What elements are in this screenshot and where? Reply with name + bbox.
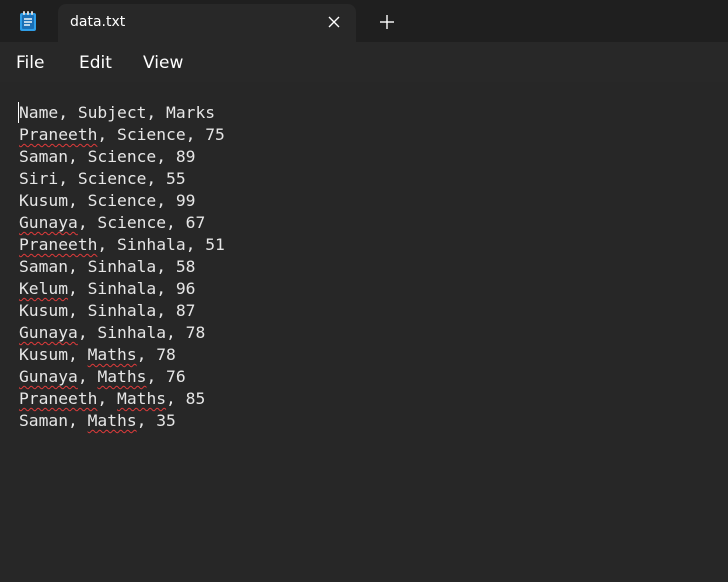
text-segment: , Sinhala, 96 xyxy=(68,279,196,298)
misspelled-word: Kelum xyxy=(19,279,69,298)
text-line: Praneeth, Science, 75 xyxy=(19,124,225,146)
text-segment: , 85 xyxy=(166,389,206,408)
text-segment: Kusum, Science, 99 xyxy=(19,191,196,210)
text-caret xyxy=(18,102,19,123)
text-editor[interactable]: Name, Subject, Marks Praneeth, Science, 7… xyxy=(0,82,728,582)
text-line: Gunaya, Sinhala, 78 xyxy=(19,322,225,344)
text-segment: , xyxy=(97,389,118,408)
title-bar: data.txt xyxy=(0,0,728,42)
text-line: Kusum, Maths, 78 xyxy=(19,344,225,366)
text-segment: , 78 xyxy=(136,345,176,364)
text-segment: , Sinhala, 78 xyxy=(77,323,206,342)
text-line: Gunaya, Science, 67 xyxy=(19,212,225,234)
text-segment: , Sinhala, 51 xyxy=(97,235,225,254)
tab-data-txt[interactable]: data.txt xyxy=(58,4,356,42)
text-segment: , Science, 75 xyxy=(97,125,225,144)
tab-title: data.txt xyxy=(70,14,126,30)
misspelled-word: Maths xyxy=(87,345,137,364)
text-line: Saman, Science, 89 xyxy=(19,146,225,168)
close-icon[interactable] xyxy=(326,14,342,30)
menu-bar: File Edit View xyxy=(0,42,728,82)
misspelled-word: Gunaya xyxy=(19,213,78,232)
text-segment: Siri, Science, 55 xyxy=(19,169,186,188)
text-content: Name, Subject, Marks Praneeth, Science, 7… xyxy=(19,102,225,432)
text-segment: , 35 xyxy=(136,411,176,430)
text-segment: Kusum, Sinhala, 87 xyxy=(19,301,196,320)
menu-edit[interactable]: Edit xyxy=(79,53,112,73)
text-line: Kusum, Science, 99 xyxy=(19,190,225,212)
misspelled-word: Maths xyxy=(97,367,147,386)
text-segment: Saman, Science, 89 xyxy=(19,147,196,166)
misspelled-word: Maths xyxy=(87,411,137,430)
text-segment: Saman, xyxy=(19,411,88,430)
text-segment: Kusum, xyxy=(19,345,88,364)
misspelled-word: Praneeth xyxy=(19,235,98,254)
misspelled-word: Gunaya xyxy=(19,367,78,386)
misspelled-word: Praneeth xyxy=(19,125,98,144)
text-line: Kelum, Sinhala, 96 xyxy=(19,278,225,300)
text-segment: Name, Subject, Marks xyxy=(19,103,216,122)
menu-view[interactable]: View xyxy=(143,53,183,73)
text-line: Saman, Sinhala, 58 xyxy=(19,256,225,278)
text-line: Kusum, Sinhala, 87 xyxy=(19,300,225,322)
text-line: Praneeth, Maths, 85 xyxy=(19,388,225,410)
text-line: Siri, Science, 55 xyxy=(19,168,225,190)
text-line: Gunaya, Maths, 76 xyxy=(19,366,225,388)
misspelled-word: Maths xyxy=(117,389,167,408)
plus-icon[interactable] xyxy=(378,13,396,31)
misspelled-word: Praneeth xyxy=(19,389,98,408)
text-segment: , xyxy=(77,367,98,386)
misspelled-word: Gunaya xyxy=(19,323,78,342)
text-segment: , 76 xyxy=(146,367,186,386)
notepad-icon xyxy=(20,11,36,31)
text-segment: , Science, 67 xyxy=(77,213,206,232)
text-segment: Saman, Sinhala, 58 xyxy=(19,257,196,276)
menu-file[interactable]: File xyxy=(16,53,44,73)
text-line: Praneeth, Sinhala, 51 xyxy=(19,234,225,256)
text-line: Saman, Maths, 35 xyxy=(19,410,225,432)
text-line: Name, Subject, Marks xyxy=(19,102,225,124)
